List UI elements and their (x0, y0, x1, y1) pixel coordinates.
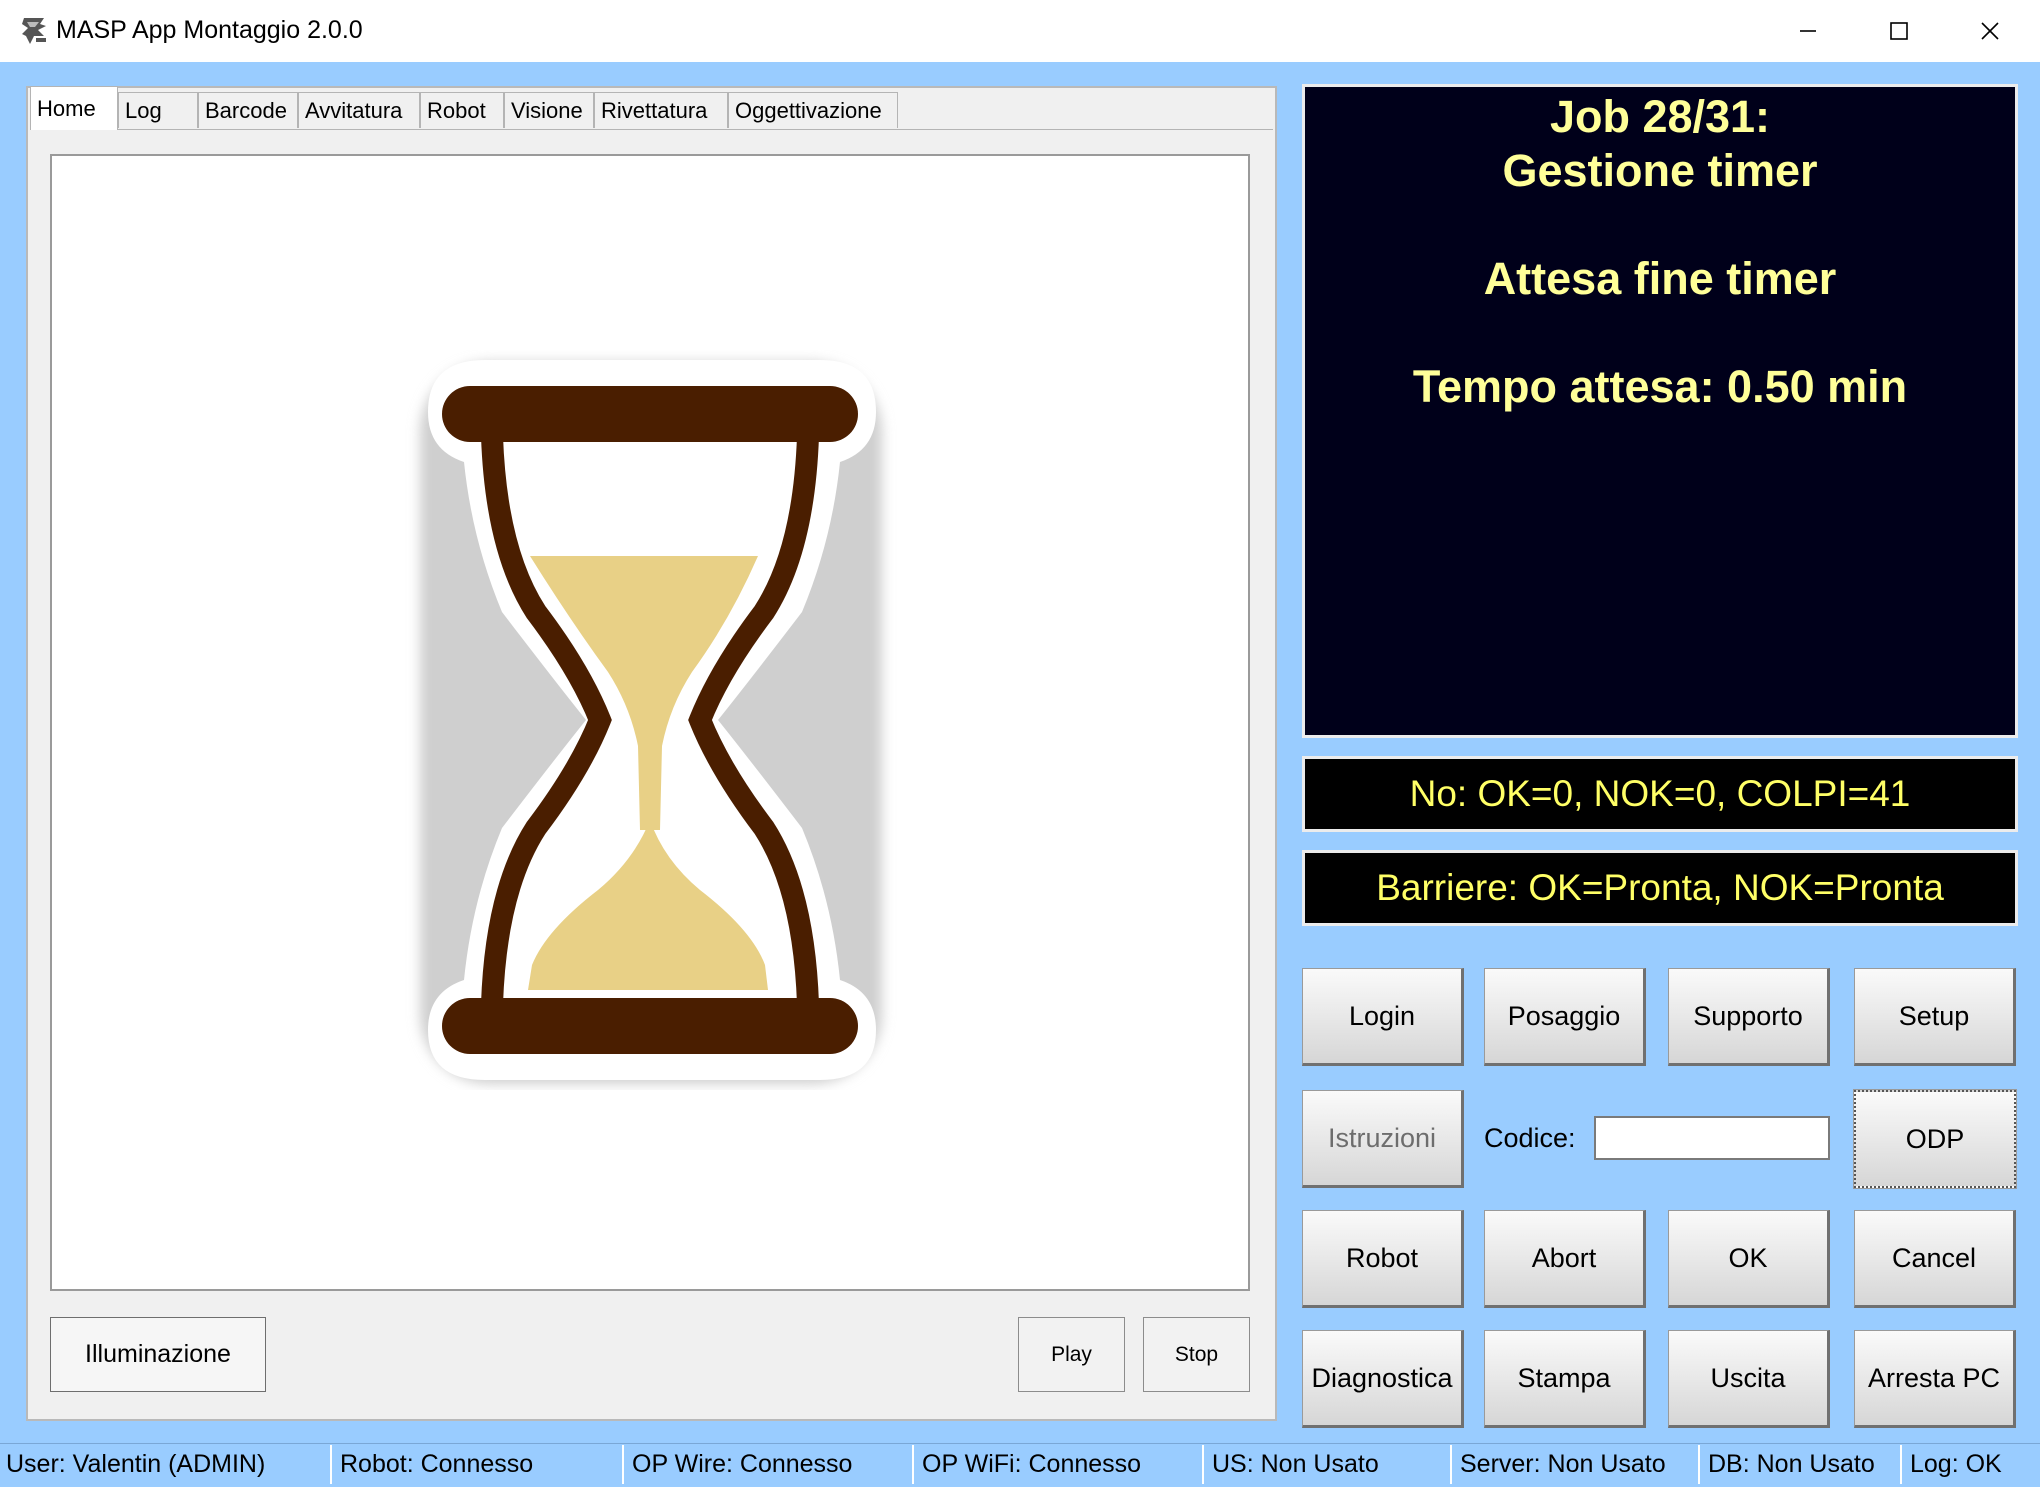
play-button[interactable]: Play (1018, 1317, 1125, 1392)
tab-rivettatura[interactable]: Rivettatura (594, 92, 728, 128)
job-display: Job 28/31: Gestione timer Attesa fine ti… (1302, 84, 2018, 738)
minimize-button[interactable] (1762, 0, 1854, 62)
abort-button[interactable]: Abort (1484, 1210, 1646, 1308)
status-user: User: Valentin (ADMIN) (0, 1445, 332, 1484)
tab-robot[interactable]: Robot (420, 92, 504, 128)
setup-button[interactable]: Setup (1854, 968, 2016, 1066)
maximize-icon (1890, 22, 1908, 40)
robot-button[interactable]: Robot (1302, 1210, 1464, 1308)
counter-display: No: OK=0, NOK=0, COLPI=41 (1302, 756, 2018, 832)
supporto-button[interactable]: Supporto (1668, 968, 1830, 1066)
odp-button[interactable]: ODP (1853, 1089, 2017, 1189)
tab-home[interactable]: Home (30, 86, 118, 130)
barrier-display: Barriere: OK=Pronta, NOK=Pronta (1302, 850, 2018, 926)
posaggio-button[interactable]: Posaggio (1484, 968, 1646, 1066)
status-us: US: Non Usato (1206, 1445, 1452, 1484)
tab-divider (30, 129, 1273, 130)
status-server: Server: Non Usato (1454, 1445, 1700, 1484)
tab-avvitatura[interactable]: Avvitatura (298, 92, 420, 128)
login-button[interactable]: Login (1302, 968, 1464, 1066)
codice-input[interactable] (1594, 1116, 1830, 1160)
close-icon (1981, 22, 1999, 40)
tab-visione[interactable]: Visione (504, 92, 594, 128)
maximize-button[interactable] (1853, 0, 1945, 62)
tab-log[interactable]: Log (118, 92, 198, 128)
stampa-button[interactable]: Stampa (1484, 1330, 1646, 1428)
status-op-wifi: OP WiFi: Connesso (916, 1445, 1204, 1484)
stop-button[interactable]: Stop (1143, 1317, 1250, 1392)
ok-button[interactable]: OK (1668, 1210, 1830, 1308)
window-title: MASP App Montaggio 2.0.0 (56, 16, 363, 44)
arresta-pc-button[interactable]: Arresta PC (1854, 1330, 2016, 1428)
job-status: Attesa fine timer (1483, 253, 1837, 304)
close-button[interactable] (1944, 0, 2036, 62)
job-wait-time: Tempo attesa: 0.50 min (1412, 361, 1908, 412)
app-icon (18, 14, 52, 48)
tab-oggettivazione[interactable]: Oggettivazione (728, 92, 898, 128)
hourglass-icon (400, 350, 900, 1090)
job-title: Gestione timer (1502, 145, 1818, 196)
minimize-icon (1800, 30, 1816, 32)
istruzioni-button[interactable]: Istruzioni (1302, 1090, 1464, 1188)
status-op-wire: OP Wire: Connesso (626, 1445, 914, 1484)
illuminazione-button[interactable]: Illuminazione (50, 1317, 266, 1392)
job-number: Job 28/31: (1549, 91, 1771, 142)
uscita-button[interactable]: Uscita (1668, 1330, 1830, 1428)
cancel-button[interactable]: Cancel (1854, 1210, 2016, 1308)
status-robot: Robot: Connesso (334, 1445, 624, 1484)
tab-barcode[interactable]: Barcode (198, 92, 298, 128)
diagnostica-button[interactable]: Diagnostica (1302, 1330, 1464, 1428)
status-log: Log: OK (1910, 1450, 2002, 1478)
status-db: DB: Non Usato (1702, 1445, 1902, 1484)
codice-label: Codice: (1484, 1123, 1576, 1153)
